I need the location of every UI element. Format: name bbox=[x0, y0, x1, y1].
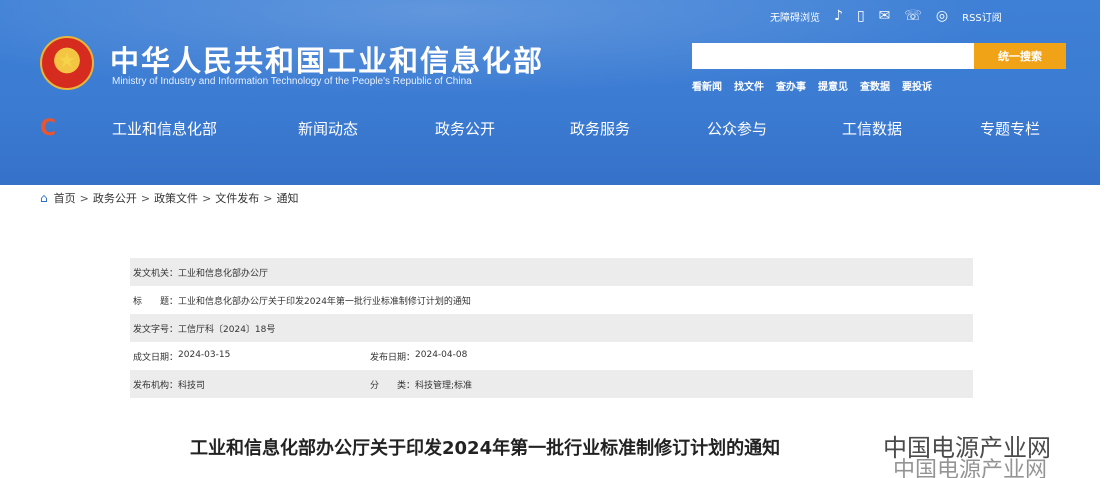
category-cell: 分 类： 科技管理;标准 bbox=[370, 378, 472, 391]
site-header: ★ 中华人民共和国工业和信息化部 Ministry of Industry an… bbox=[0, 0, 1100, 185]
nav-item-miit[interactable]: 工业和信息化部 bbox=[112, 119, 217, 139]
meta-row-doc-no: 发文字号： 工信厅科〔2024〕18号 bbox=[130, 314, 973, 342]
emblem-star-icon: ★ bbox=[58, 48, 76, 72]
breadcrumb-separator: > bbox=[79, 191, 89, 205]
wechat-icon[interactable]: ☏ bbox=[904, 9, 922, 23]
nav-item-data[interactable]: 工信数据 bbox=[842, 119, 902, 139]
nav-item-topics[interactable]: 专题专栏 bbox=[980, 119, 1040, 139]
published-date-cell: 发布日期： 2024-04-08 bbox=[370, 350, 467, 363]
rss-link[interactable]: RSS订阅 bbox=[962, 9, 1002, 24]
mobile-icon[interactable]: ▯ bbox=[857, 9, 865, 23]
mail-icon[interactable]: ✉ bbox=[879, 9, 891, 23]
quick-link-feedback[interactable]: 提意见 bbox=[818, 78, 848, 93]
written-date-cell: 成文日期： 2024-03-15 bbox=[133, 350, 230, 363]
breadcrumb-separator: > bbox=[263, 191, 273, 205]
category-value: 科技管理;标准 bbox=[415, 380, 473, 391]
org-cell: 发布机构： 科技司 bbox=[133, 378, 205, 391]
doc-no-value: 工信厅科〔2024〕18号 bbox=[178, 324, 276, 335]
issuer-value: 工业和信息化部办公厅 bbox=[178, 268, 269, 279]
breadcrumb-separator: > bbox=[202, 191, 212, 205]
national-emblem-icon: ★ bbox=[40, 36, 94, 90]
breadcrumb-home[interactable]: 首页 bbox=[54, 190, 76, 206]
meta-row-issuer: 发文机关： 工业和信息化部办公厅 bbox=[130, 258, 973, 286]
published-date-label: 发布日期： bbox=[370, 352, 416, 363]
category-label: 分 类： bbox=[370, 380, 416, 391]
site-subtitle: Ministry of Industry and Information Tec… bbox=[112, 76, 472, 87]
main-nav: C 工业和信息化部 新闻动态 政务公开 政务服务 公众参与 工信数据 专题专栏 bbox=[0, 110, 1100, 148]
meta-row-subject: 标 题： 工业和信息化部办公厅关于印发2024年第一批行业标准制修订计划的通知 bbox=[130, 286, 973, 314]
quick-link-news[interactable]: 看新闻 bbox=[692, 78, 722, 93]
breadcrumb: ⌂ 首页 > 政务公开 > 政策文件 > 文件发布 > 通知 bbox=[40, 190, 299, 206]
search-input[interactable] bbox=[692, 43, 974, 69]
published-date-value: 2024-04-08 bbox=[415, 349, 468, 360]
quick-links: 看新闻 找文件 查办事 提意见 查数据 要投诉 bbox=[692, 78, 932, 93]
wechat-mini-icon[interactable]: ♪ bbox=[834, 9, 843, 23]
site-title[interactable]: 中华人民共和国工业和信息化部 bbox=[110, 38, 544, 80]
weibo-icon[interactable]: ◎ bbox=[936, 9, 948, 23]
meta-row-dates: 成文日期： 2024-03-15 发布日期： 2024-04-08 bbox=[130, 342, 973, 370]
nav-item-participation[interactable]: 公众参与 bbox=[707, 119, 767, 139]
nav-item-services[interactable]: 政务服务 bbox=[570, 119, 630, 139]
breadcrumb-open-gov[interactable]: 政务公开 bbox=[93, 190, 137, 206]
home-icon[interactable]: ⌂ bbox=[40, 191, 48, 205]
top-links: 无障碍浏览 ♪ ▯ ✉ ☏ ◎ RSS订阅 bbox=[770, 6, 1002, 26]
nav-item-news[interactable]: 新闻动态 bbox=[298, 119, 358, 139]
quick-link-complaint[interactable]: 要投诉 bbox=[902, 78, 932, 93]
nav-item-open-gov[interactable]: 政务公开 bbox=[435, 119, 495, 139]
document-title: 工业和信息化部办公厅关于印发2024年第一批行业标准制修订计划的通知 bbox=[190, 438, 781, 459]
watermark-text-reflection: 中国电源产业网 bbox=[893, 458, 1048, 478]
meta-row-org: 发布机构： 科技司 分 类： 科技管理;标准 bbox=[130, 370, 973, 398]
breadcrumb-separator: > bbox=[140, 191, 151, 205]
breadcrumb-policy[interactable]: 政策文件 bbox=[154, 190, 198, 206]
subject-label: 标 题： bbox=[133, 296, 179, 307]
accessibility-link[interactable]: 无障碍浏览 bbox=[770, 9, 820, 24]
org-label: 发布机构： bbox=[133, 380, 179, 391]
written-date-label: 成文日期： bbox=[133, 352, 179, 363]
quick-link-data[interactable]: 查数据 bbox=[860, 78, 890, 93]
doc-no-label: 发文字号： bbox=[133, 324, 179, 335]
breadcrumb-notice[interactable]: 通知 bbox=[277, 190, 299, 206]
nav-logo-icon[interactable]: C bbox=[40, 116, 56, 142]
quick-link-files[interactable]: 找文件 bbox=[734, 78, 764, 93]
breadcrumb-release[interactable]: 文件发布 bbox=[215, 190, 259, 206]
search-button[interactable]: 统一搜索 bbox=[974, 43, 1066, 69]
document-metadata: 发文机关： 工业和信息化部办公厅 标 题： 工业和信息化部办公厅关于印发2024… bbox=[130, 258, 973, 398]
quick-link-services[interactable]: 查办事 bbox=[776, 78, 806, 93]
org-value: 科技司 bbox=[178, 380, 206, 391]
issuer-label: 发文机关： bbox=[133, 268, 179, 279]
subject-value: 工业和信息化部办公厅关于印发2024年第一批行业标准制修订计划的通知 bbox=[178, 296, 471, 307]
written-date-value: 2024-03-15 bbox=[178, 349, 231, 360]
